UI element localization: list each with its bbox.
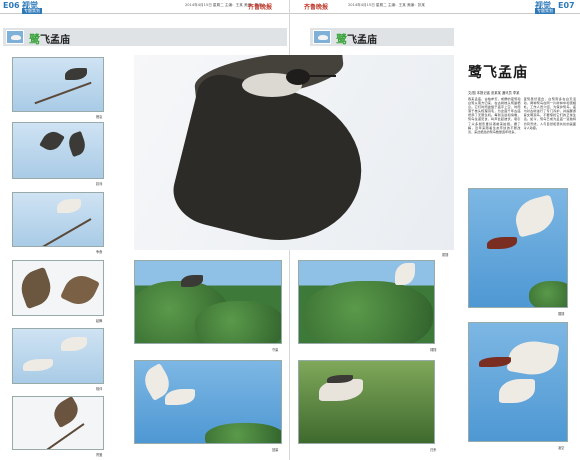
photo-egret-flight [134,360,282,444]
photo-egret-over-tree [298,260,435,344]
strip-title: 鹭飞孟庙 [29,33,70,46]
left-page-header: E06 视觉 专题策划 2014年4月15日 星期二 主编：王某 美编：张某 齐… [0,0,290,14]
photo-pond-heron-flight [468,322,568,442]
subsection-label: 专题策划 [535,8,555,14]
photo-caption: 归来 [430,448,437,452]
photo-two-herons [12,122,104,179]
strip-thumbnail [313,30,331,44]
photo-caption: 振翅 [442,253,449,257]
photo-egret-pair [12,328,104,384]
photo-caption: 凌空 [558,446,565,450]
section-strip: 鹭飞孟庙 [3,28,287,46]
right-page-header: 齐鲁晚报 2014年4月15日 星期二 主编：王某 美编：张某 视觉 专题策划 … [290,0,580,14]
photo-caption: 起舞 [96,319,103,323]
photo-landing-heron [12,396,104,450]
article-column: 春来孟庙，古柏参天，成群的夜鹭和白鹭从南方归来，在古树枝头筑巢栖息。它们时而盘旋… [468,97,521,134]
photo-caption: 相伴 [96,387,103,391]
photo-fighting-herons [12,260,104,316]
strip-thumbnail [6,30,24,44]
page-number: E06 [3,1,20,10]
article-column: 夜鹭昼伏夜出，白鹭则多在白天活动，两种鹭鸟在同一片树林中和谐相处。工作人员介绍，… [523,97,577,130]
photo-perched-heron [12,57,104,112]
photo-pond-heron [468,188,568,308]
article-title: 鹭飞孟庙 [468,65,528,81]
date-line: 2014年4月15日 星期二 主编：王某 美编：张某 [348,3,425,7]
article-body: 春来孟庙，古柏参天，成群的夜鹭和白鹭从南方归来，在古树枝头筑巢栖息。它们时而盘旋… [468,97,576,179]
article-byline: 文/图 本报记者 张某某 通讯员 李某 [468,91,520,95]
photo-caption: 栖息 [96,115,103,119]
photo-caption: 回巢 [272,448,279,452]
photo-herons-in-tree [134,260,282,344]
paper-name: 齐鲁晚报 [248,4,273,11]
photo-caption: 守巢 [272,348,279,352]
photo-egret-branch [12,192,104,247]
photo-caption: 展翅 [558,312,565,316]
photo-heron-nest [298,360,435,444]
photo-caption: 嬉戏 [96,182,103,186]
subsection-label: 专题策划 [22,8,42,14]
paper-name: 齐鲁晚报 [304,4,329,11]
photo-hero-heron [134,55,454,250]
strip-title: 鹭飞孟庙 [336,33,377,46]
photo-caption: 育雏 [96,453,103,457]
photo-caption: 争食 [96,250,103,254]
photo-caption: 翱翔 [430,348,437,352]
page-number: E07 [558,1,575,10]
section-strip: 鹭飞孟庙 [310,28,454,46]
